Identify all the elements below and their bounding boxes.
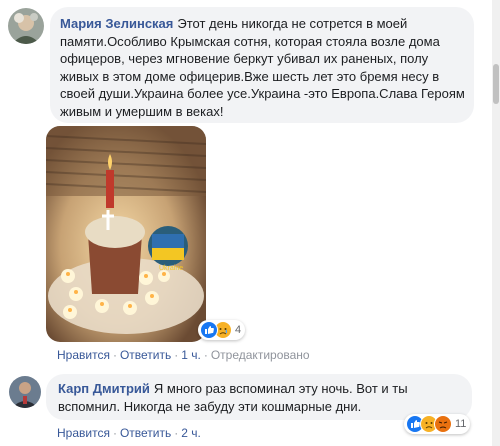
candles-photo: Ukraine [46, 126, 206, 342]
avatar[interactable] [9, 376, 41, 408]
comment-author[interactable]: Мария Зелинская [60, 16, 173, 31]
comment-photo[interactable]: Ukraine [46, 126, 206, 342]
avatar-photo [8, 8, 44, 44]
avatar-photo [9, 376, 41, 408]
angry-icon [434, 415, 452, 433]
timestamp[interactable]: 1 ч. [181, 348, 201, 362]
comment-bubble: Мария Зелинская Этот день никогда не сотр… [50, 7, 474, 123]
reaction-count: 4 [235, 324, 242, 336]
reply-link[interactable]: Ответить [120, 348, 171, 362]
timestamp[interactable]: 2 ч. [181, 426, 201, 440]
reaction-summary[interactable]: 11 [404, 414, 471, 434]
comment-actions: Нравится · Ответить · 1 ч. · Отредактировано [57, 348, 310, 362]
reply-link[interactable]: Ответить [120, 426, 171, 440]
comment-actions: Нравится · Ответить · 2 ч. [57, 426, 201, 440]
scrollbar-thumb[interactable] [493, 64, 499, 104]
edited-label[interactable]: Отредактировано [211, 348, 310, 362]
like-icon [200, 321, 218, 339]
reaction-summary[interactable]: 4 [198, 320, 246, 340]
comment-author[interactable]: Карп Дмитрий [58, 381, 150, 396]
avatar[interactable] [8, 8, 44, 44]
reaction-count: 11 [455, 418, 467, 430]
like-link[interactable]: Нравится [57, 426, 110, 440]
comment-text: Этот день никогда не сотрется в моей пам… [60, 16, 465, 119]
like-link[interactable]: Нравится [57, 348, 110, 362]
comment-bubble: Карп Дмитрий Я много раз вспоминал эту но… [46, 374, 472, 420]
